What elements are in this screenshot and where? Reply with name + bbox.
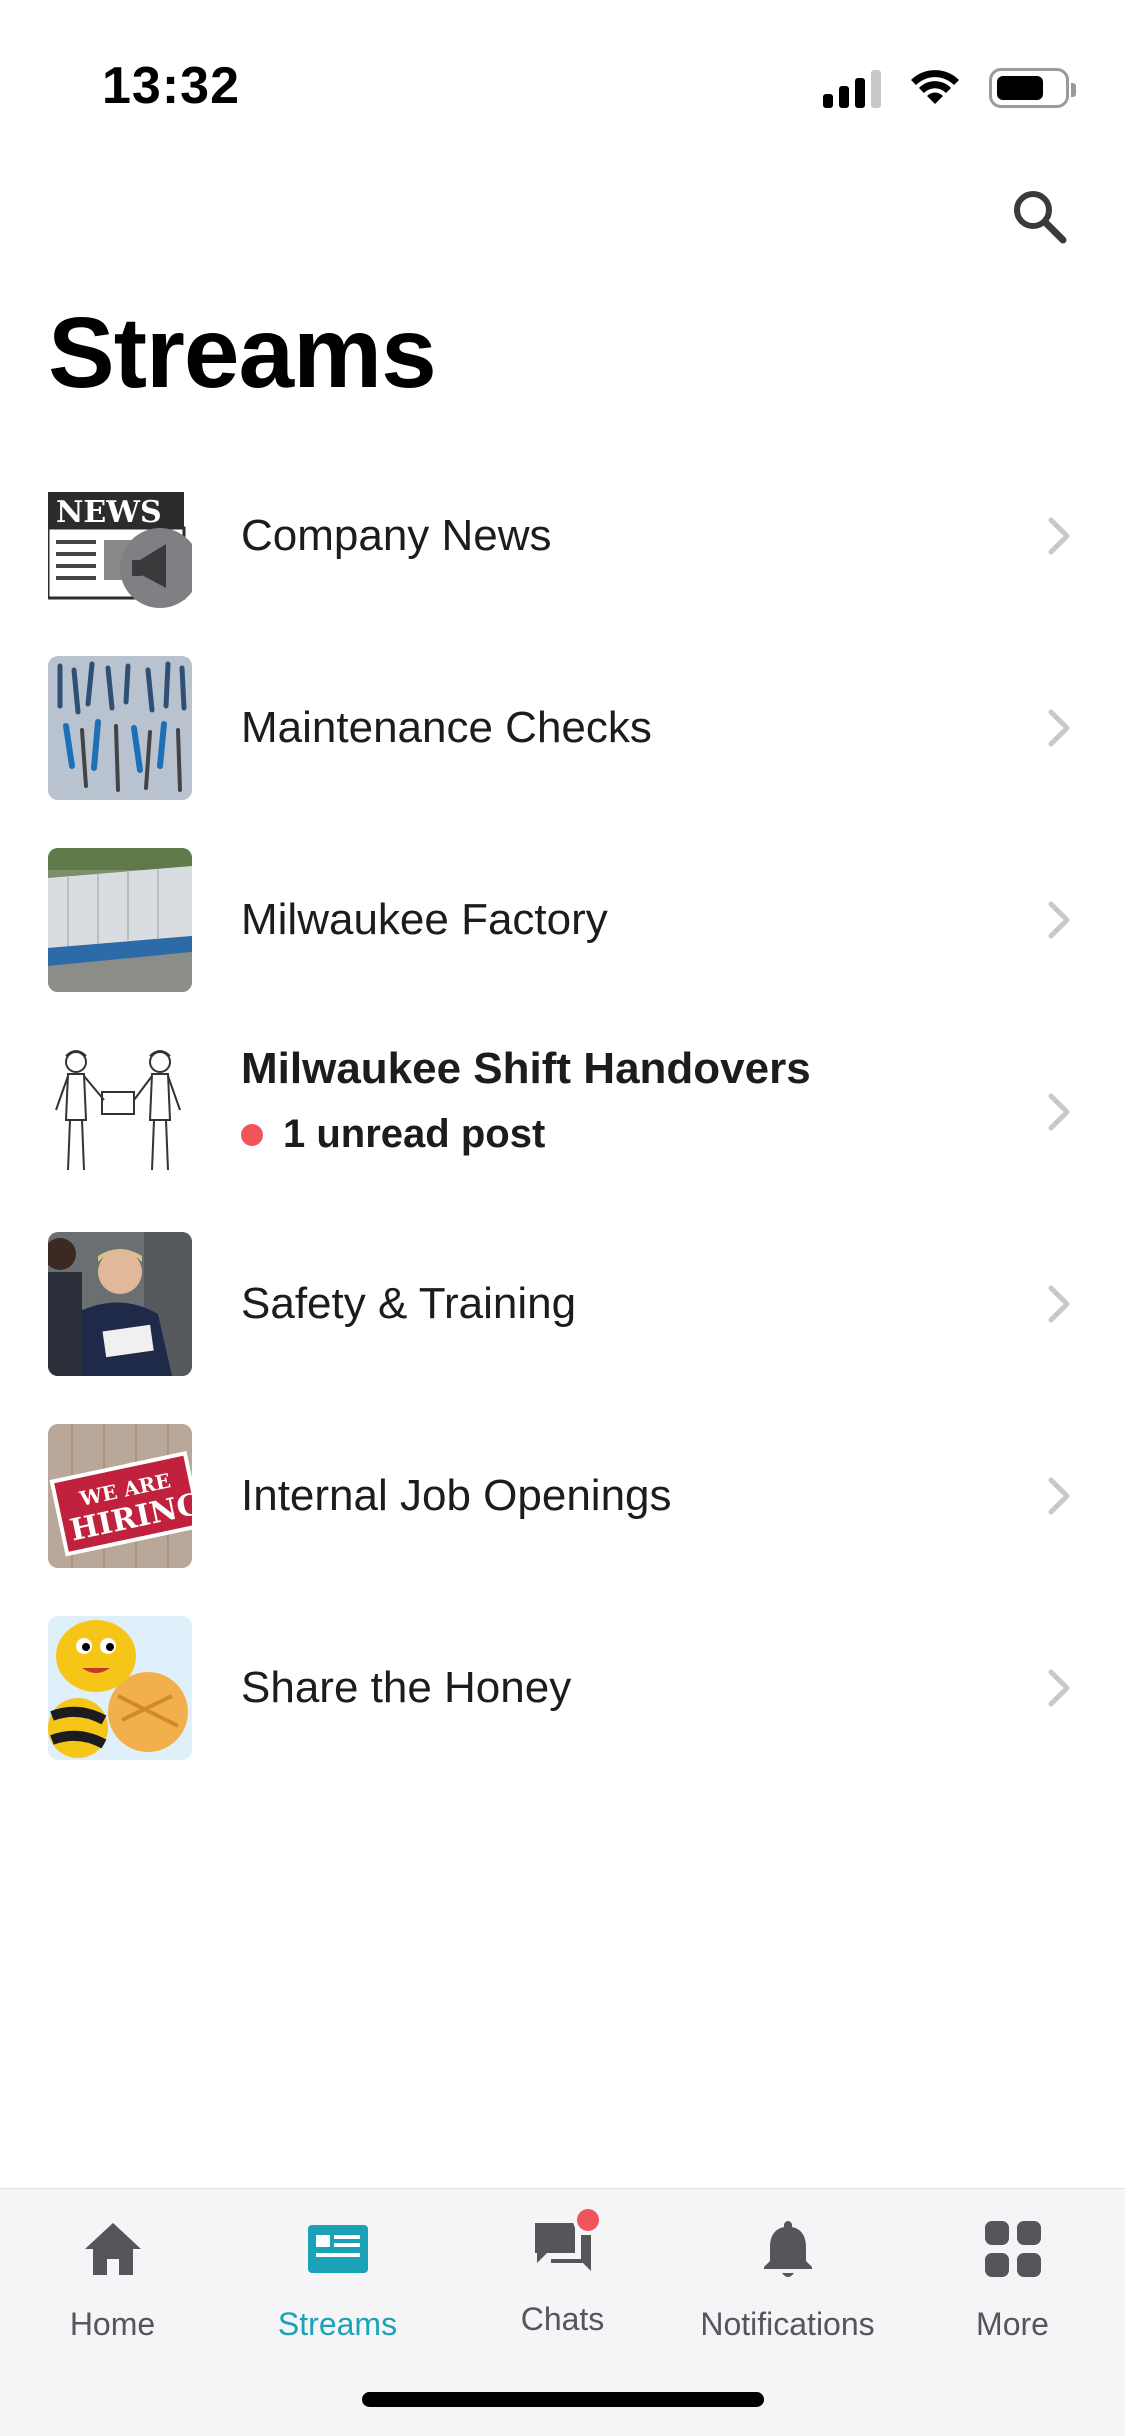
tab-label: Chats (520, 2301, 605, 2337)
battery-icon (989, 68, 1076, 108)
search-button[interactable] (1001, 178, 1077, 254)
chats-badge (572, 2205, 603, 2235)
maintenance-checks-thumbnail (48, 656, 192, 800)
stream-row-internal-job-openings[interactable]: WE ARE HIRING Internal Job Openings (0, 1400, 1125, 1592)
stream-row-maintenance-checks[interactable]: Maintenance Checks (0, 632, 1125, 824)
tab-chats[interactable]: Chats (450, 2205, 675, 2347)
internal-job-openings-thumbnail: WE ARE HIRING (48, 1424, 192, 1568)
tab-label: More (976, 2306, 1049, 2342)
home-indicator[interactable] (362, 2392, 764, 2407)
chevron-right-icon (1048, 517, 1070, 555)
stream-row-safety-training[interactable]: Safety & Training (0, 1208, 1125, 1400)
stream-row-milwaukee-shift-handovers[interactable]: Milwaukee Shift Handovers 1 unread post (0, 1016, 1125, 1208)
search-icon (1014, 191, 1067, 244)
tab-label: Home (69, 2306, 156, 2342)
stream-title: Share the Honey (241, 1663, 572, 1712)
we-are-hiring-sign-image: WE ARE HIRING (48, 1424, 192, 1568)
tab-more[interactable]: More (900, 2217, 1125, 2347)
news-megaphone-image: NEWS (48, 464, 192, 608)
stream-title: Maintenance Checks (241, 703, 652, 752)
page-title: Streams (48, 297, 437, 409)
tab-label: Notifications (700, 2306, 875, 2342)
training-photo-image (48, 1232, 192, 1376)
chevron-right-icon (1048, 709, 1070, 747)
stream-title: Milwaukee Factory (241, 895, 608, 944)
status-icons (823, 66, 1076, 110)
chevron-right-icon (1048, 1093, 1070, 1131)
factory-aerial-image (48, 848, 192, 992)
home-icon (84, 2223, 141, 2275)
stream-title: Safety & Training (241, 1279, 577, 1328)
unread-indicator: 1 unread post (241, 1112, 1005, 1157)
stream-row-share-the-honey[interactable]: Share the Honey (0, 1592, 1125, 1784)
status-bar: 13:32 (0, 0, 1125, 140)
grid-icon (984, 2221, 1041, 2277)
tab-home[interactable]: Home (0, 2217, 225, 2347)
workers-sketch-image (48, 1040, 192, 1184)
milwaukee-factory-thumbnail (48, 848, 192, 992)
chevron-right-icon (1048, 1669, 1070, 1707)
streams-icon (307, 2225, 368, 2273)
stream-row-company-news[interactable]: NEWS Company News (0, 440, 1125, 632)
news-thumb-text: NEWS (56, 495, 162, 530)
chevron-right-icon (1048, 1285, 1070, 1323)
wifi-icon (911, 70, 959, 104)
stream-row-milwaukee-factory[interactable]: Milwaukee Factory (0, 824, 1125, 1016)
tab-notifications[interactable]: Notifications (675, 2217, 900, 2347)
bell-icon (763, 2221, 812, 2277)
tools-image (48, 656, 192, 800)
stream-title: Internal Job Openings (241, 1471, 672, 1520)
stream-list: NEWS Company News Maintenance Checks Mil… (0, 440, 1125, 1784)
stream-title: Milwaukee Shift Handovers (241, 1044, 811, 1093)
chevron-right-icon (1048, 901, 1070, 939)
tab-streams[interactable]: Streams (225, 2217, 450, 2347)
bee-mascot-image (48, 1616, 192, 1760)
shift-handovers-thumbnail (48, 1040, 192, 1184)
unread-count-text: 1 unread post (283, 1112, 546, 1156)
stream-title: Company News (241, 511, 552, 560)
streams-screen: 13:32 Streams NEWS Company News Maintena… (0, 0, 1125, 2436)
chevron-right-icon (1048, 1477, 1070, 1515)
status-time: 13:32 (102, 57, 240, 115)
cellular-signal-icon (823, 68, 881, 108)
safety-training-thumbnail (48, 1232, 192, 1376)
unread-dot-icon (241, 1123, 263, 1146)
chats-icon-wrap (531, 2205, 603, 2281)
company-news-thumbnail: NEWS (48, 464, 192, 608)
share-the-honey-thumbnail (48, 1616, 192, 1760)
tab-label: Streams (277, 2306, 398, 2342)
